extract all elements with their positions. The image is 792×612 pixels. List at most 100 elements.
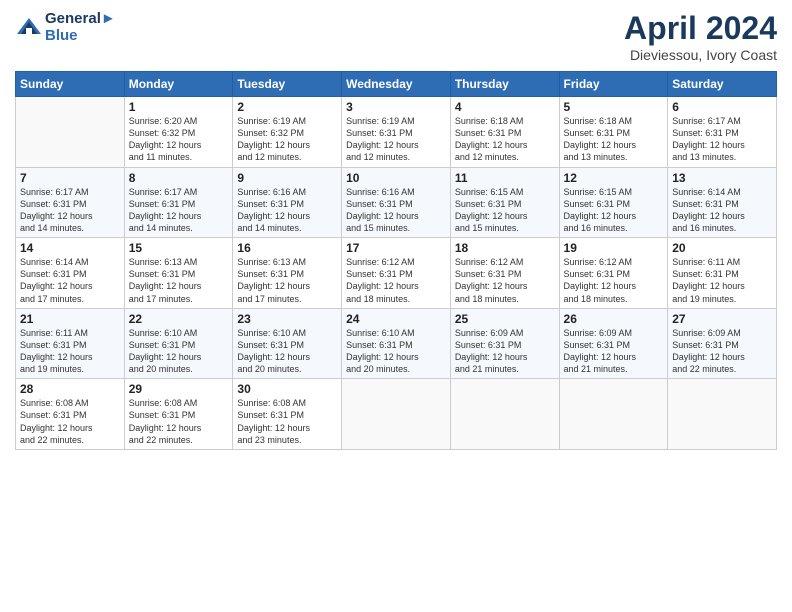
day-number: 29 — [129, 382, 229, 396]
calendar-cell: 6Sunrise: 6:17 AMSunset: 6:31 PMDaylight… — [668, 97, 777, 168]
calendar-cell — [450, 379, 559, 450]
day-info: Sunrise: 6:14 AMSunset: 6:31 PMDaylight:… — [20, 256, 120, 305]
day-info: Sunrise: 6:17 AMSunset: 6:31 PMDaylight:… — [129, 186, 229, 235]
calendar-cell: 28Sunrise: 6:08 AMSunset: 6:31 PMDayligh… — [16, 379, 125, 450]
weekday-header-thursday: Thursday — [450, 72, 559, 97]
day-info: Sunrise: 6:17 AMSunset: 6:31 PMDaylight:… — [672, 115, 772, 164]
calendar-cell: 13Sunrise: 6:14 AMSunset: 6:31 PMDayligh… — [668, 167, 777, 238]
day-number: 28 — [20, 382, 120, 396]
calendar-cell: 17Sunrise: 6:12 AMSunset: 6:31 PMDayligh… — [342, 238, 451, 309]
day-number: 20 — [672, 241, 772, 255]
day-number: 4 — [455, 100, 555, 114]
day-number: 15 — [129, 241, 229, 255]
calendar-week-row: 14Sunrise: 6:14 AMSunset: 6:31 PMDayligh… — [16, 238, 777, 309]
calendar-cell: 11Sunrise: 6:15 AMSunset: 6:31 PMDayligh… — [450, 167, 559, 238]
calendar-cell: 25Sunrise: 6:09 AMSunset: 6:31 PMDayligh… — [450, 308, 559, 379]
day-number: 22 — [129, 312, 229, 326]
day-info: Sunrise: 6:16 AMSunset: 6:31 PMDaylight:… — [237, 186, 337, 235]
calendar-cell — [16, 97, 125, 168]
day-number: 30 — [237, 382, 337, 396]
day-info: Sunrise: 6:13 AMSunset: 6:31 PMDaylight:… — [129, 256, 229, 305]
location-title: Dieviessou, Ivory Coast — [624, 47, 777, 63]
day-info: Sunrise: 6:13 AMSunset: 6:31 PMDaylight:… — [237, 256, 337, 305]
day-info: Sunrise: 6:11 AMSunset: 6:31 PMDaylight:… — [672, 256, 772, 305]
day-info: Sunrise: 6:10 AMSunset: 6:31 PMDaylight:… — [237, 327, 337, 376]
day-info: Sunrise: 6:12 AMSunset: 6:31 PMDaylight:… — [564, 256, 664, 305]
weekday-header-wednesday: Wednesday — [342, 72, 451, 97]
day-number: 19 — [564, 241, 664, 255]
day-number: 17 — [346, 241, 446, 255]
day-number: 14 — [20, 241, 120, 255]
weekday-header-monday: Monday — [124, 72, 233, 97]
logo-text: General► Blue — [45, 10, 116, 45]
calendar-cell — [668, 379, 777, 450]
weekday-header-saturday: Saturday — [668, 72, 777, 97]
calendar-table: SundayMondayTuesdayWednesdayThursdayFrid… — [15, 71, 777, 450]
day-number: 3 — [346, 100, 446, 114]
month-title: April 2024 — [624, 10, 777, 47]
day-info: Sunrise: 6:18 AMSunset: 6:31 PMDaylight:… — [564, 115, 664, 164]
page: General► Blue April 2024 Dieviessou, Ivo… — [0, 0, 792, 612]
weekday-header-sunday: Sunday — [16, 72, 125, 97]
calendar-cell: 26Sunrise: 6:09 AMSunset: 6:31 PMDayligh… — [559, 308, 668, 379]
logo-icon — [15, 16, 43, 38]
day-number: 12 — [564, 171, 664, 185]
day-number: 16 — [237, 241, 337, 255]
day-number: 24 — [346, 312, 446, 326]
day-number: 7 — [20, 171, 120, 185]
calendar-week-row: 21Sunrise: 6:11 AMSunset: 6:31 PMDayligh… — [16, 308, 777, 379]
day-number: 6 — [672, 100, 772, 114]
day-info: Sunrise: 6:15 AMSunset: 6:31 PMDaylight:… — [455, 186, 555, 235]
day-number: 1 — [129, 100, 229, 114]
day-number: 11 — [455, 171, 555, 185]
day-info: Sunrise: 6:18 AMSunset: 6:31 PMDaylight:… — [455, 115, 555, 164]
day-number: 18 — [455, 241, 555, 255]
calendar-cell: 14Sunrise: 6:14 AMSunset: 6:31 PMDayligh… — [16, 238, 125, 309]
day-number: 21 — [20, 312, 120, 326]
calendar-cell — [559, 379, 668, 450]
day-info: Sunrise: 6:11 AMSunset: 6:31 PMDaylight:… — [20, 327, 120, 376]
day-info: Sunrise: 6:20 AMSunset: 6:32 PMDaylight:… — [129, 115, 229, 164]
day-info: Sunrise: 6:14 AMSunset: 6:31 PMDaylight:… — [672, 186, 772, 235]
header: General► Blue April 2024 Dieviessou, Ivo… — [15, 10, 777, 63]
calendar-cell: 20Sunrise: 6:11 AMSunset: 6:31 PMDayligh… — [668, 238, 777, 309]
calendar-cell: 21Sunrise: 6:11 AMSunset: 6:31 PMDayligh… — [16, 308, 125, 379]
day-info: Sunrise: 6:19 AMSunset: 6:31 PMDaylight:… — [346, 115, 446, 164]
calendar-week-row: 7 Sunrise: 6:17 AMSunset: 6:31 PMDaylight… — [16, 167, 777, 238]
calendar-cell: 16Sunrise: 6:13 AMSunset: 6:31 PMDayligh… — [233, 238, 342, 309]
calendar-cell: 29Sunrise: 6:08 AMSunset: 6:31 PMDayligh… — [124, 379, 233, 450]
day-info: Sunrise: 6:12 AMSunset: 6:31 PMDaylight:… — [455, 256, 555, 305]
title-area: April 2024 Dieviessou, Ivory Coast — [624, 10, 777, 63]
day-info: Sunrise: 6:12 AMSunset: 6:31 PMDaylight:… — [346, 256, 446, 305]
day-info: Sunrise: 6:10 AMSunset: 6:31 PMDaylight:… — [346, 327, 446, 376]
day-number: 27 — [672, 312, 772, 326]
calendar-cell: 1Sunrise: 6:20 AMSunset: 6:32 PMDaylight… — [124, 97, 233, 168]
calendar-cell: 10Sunrise: 6:16 AMSunset: 6:31 PMDayligh… — [342, 167, 451, 238]
calendar-cell: 8Sunrise: 6:17 AMSunset: 6:31 PMDaylight… — [124, 167, 233, 238]
day-info: Sunrise: 6:19 AMSunset: 6:32 PMDaylight:… — [237, 115, 337, 164]
calendar-cell — [342, 379, 451, 450]
calendar-week-row: 1Sunrise: 6:20 AMSunset: 6:32 PMDaylight… — [16, 97, 777, 168]
calendar-cell: 2Sunrise: 6:19 AMSunset: 6:32 PMDaylight… — [233, 97, 342, 168]
calendar-cell: 18Sunrise: 6:12 AMSunset: 6:31 PMDayligh… — [450, 238, 559, 309]
calendar-cell: 27Sunrise: 6:09 AMSunset: 6:31 PMDayligh… — [668, 308, 777, 379]
day-info: Sunrise: 6:16 AMSunset: 6:31 PMDaylight:… — [346, 186, 446, 235]
day-info: Sunrise: 6:09 AMSunset: 6:31 PMDaylight:… — [455, 327, 555, 376]
day-info: Sunrise: 6:10 AMSunset: 6:31 PMDaylight:… — [129, 327, 229, 376]
day-number: 26 — [564, 312, 664, 326]
day-info: Sunrise: 6:09 AMSunset: 6:31 PMDaylight:… — [672, 327, 772, 376]
day-number: 5 — [564, 100, 664, 114]
day-info: Sunrise: 6:08 AMSunset: 6:31 PMDaylight:… — [20, 397, 120, 446]
calendar-cell: 7Sunrise: 6:17 AMSunset: 6:31 PMDaylight… — [16, 167, 125, 238]
day-info: Sunrise: 6:08 AMSunset: 6:31 PMDaylight:… — [129, 397, 229, 446]
day-number: 23 — [237, 312, 337, 326]
weekday-header-row: SundayMondayTuesdayWednesdayThursdayFrid… — [16, 72, 777, 97]
calendar-cell: 19Sunrise: 6:12 AMSunset: 6:31 PMDayligh… — [559, 238, 668, 309]
logo-area: General► Blue — [15, 10, 116, 45]
day-number: 25 — [455, 312, 555, 326]
calendar-cell: 22Sunrise: 6:10 AMSunset: 6:31 PMDayligh… — [124, 308, 233, 379]
calendar-cell: 5Sunrise: 6:18 AMSunset: 6:31 PMDaylight… — [559, 97, 668, 168]
calendar-week-row: 28Sunrise: 6:08 AMSunset: 6:31 PMDayligh… — [16, 379, 777, 450]
weekday-header-tuesday: Tuesday — [233, 72, 342, 97]
calendar-cell: 4Sunrise: 6:18 AMSunset: 6:31 PMDaylight… — [450, 97, 559, 168]
